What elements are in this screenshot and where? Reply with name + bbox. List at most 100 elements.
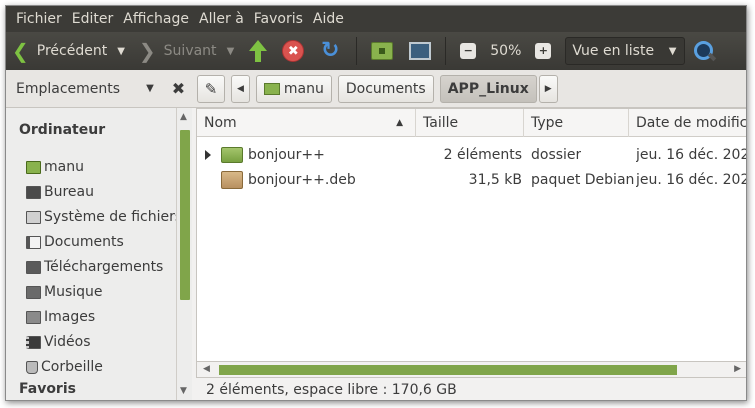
toolbar-separator [445, 37, 447, 65]
column-name[interactable]: Nom ▲ [197, 109, 416, 137]
column-date[interactable]: Date de modifica [629, 109, 747, 137]
close-sidebar-icon[interactable]: ✖ [172, 79, 185, 98]
sidebar-item-bureau[interactable]: Bureau [26, 181, 94, 203]
menu-favoris[interactable]: Favoris [249, 6, 308, 32]
back-button[interactable]: ❮ Précédent ▼ [12, 37, 125, 65]
file-type: paquet Debian [531, 172, 635, 188]
menu-affichage[interactable]: Affichage [118, 6, 194, 32]
zoom-in-icon[interactable]: + [535, 43, 552, 59]
videos-icon [26, 335, 41, 349]
sidebar-item-music[interactable]: Musique [26, 281, 103, 303]
scroll-down-icon[interactable]: ▼ [180, 386, 187, 396]
menu-editer[interactable]: Editer [67, 6, 118, 32]
filesystem-icon [26, 210, 41, 224]
sidebar-item-downloads[interactable]: Téléchargements [26, 256, 163, 278]
sidebar-item-label: manu [44, 159, 84, 175]
breadcrumb-label: manu [283, 80, 324, 97]
reload-icon[interactable]: ↻ [318, 39, 342, 63]
home-folder-icon [263, 82, 280, 95]
horizontal-scrollbar[interactable]: ◀ ▶ [196, 361, 746, 378]
table-row[interactable]: bonjour++.deb 31,5 kB paquet Debian jeu.… [197, 168, 746, 193]
sidebar-item-label: Documents [44, 234, 124, 250]
sidebar-item-images[interactable]: Images [26, 306, 95, 328]
column-header-row: Nom ▲ Taille Type Date de modifica [197, 109, 747, 137]
breadcrumb-label: APP_Linux [447, 80, 529, 97]
sort-ascending-icon: ▲ [396, 118, 403, 128]
zoom-out-icon[interactable]: − [460, 43, 477, 59]
view-mode-label: Vue en liste [572, 43, 655, 59]
scroll-left-icon[interactable]: ◀ [203, 364, 210, 374]
up-arrow-icon[interactable] [246, 39, 270, 63]
horizontal-scroll-thumb[interactable] [219, 365, 677, 375]
sidebar-item-label: Bureau [44, 184, 94, 200]
menu-aide[interactable]: Aide [308, 6, 349, 32]
column-name-label: Nom [204, 115, 237, 131]
package-icon [221, 171, 243, 189]
column-size-label: Taille [423, 115, 459, 131]
sidebar-item-manu[interactable]: manu [26, 156, 84, 178]
sidebar-item-label: Musique [44, 284, 103, 300]
chevron-left-icon: ◀ [237, 83, 244, 94]
chevron-right-icon: ▶ [544, 83, 552, 94]
file-date: jeu. 16 déc. 2021 1 [636, 147, 746, 163]
sidebar-scrollbar[interactable]: ▲ ▼ [176, 108, 192, 400]
scroll-right-icon[interactable]: ▶ [734, 364, 741, 374]
back-label: Précédent [36, 43, 108, 59]
toolbar-separator [356, 37, 358, 65]
breadcrumb-documents[interactable]: Documents [337, 74, 434, 103]
stop-icon[interactable]: ✖ [282, 40, 305, 62]
sidebar: Ordinateur manu Bureau Système de fichie… [6, 108, 192, 400]
search-icon[interactable] [693, 40, 715, 62]
file-list: Nom ▲ Taille Type Date de modifica bonjo… [196, 108, 747, 378]
sidebar-item-label: Vidéos [44, 334, 91, 350]
view-mode-select[interactable]: Vue en liste ▼ [565, 37, 686, 65]
sidebar-section-favorites: Favoris [19, 381, 76, 397]
zoom-level: 50% [490, 43, 522, 59]
table-row[interactable]: bonjour++ 2 éléments dossier jeu. 16 déc… [197, 143, 746, 168]
menu-aller-a[interactable]: Aller à [194, 6, 249, 32]
sidebar-section-computer: Ordinateur [19, 122, 106, 138]
back-history-dropdown-icon[interactable]: ▼ [117, 46, 125, 57]
back-arrow-icon: ❮ [12, 39, 29, 63]
file-size: 2 éléments [443, 147, 522, 163]
column-date-label: Date de modifica [636, 115, 747, 131]
places-title[interactable]: Emplacements [16, 81, 120, 97]
breadcrumb-manu[interactable]: manu [255, 74, 332, 103]
sidebar-item-label: Système de fichiers [44, 209, 183, 225]
file-name: bonjour++.deb [248, 172, 356, 188]
path-scroll-left-button[interactable]: ◀ [231, 74, 250, 103]
forward-button[interactable]: ❯ Suivant ▼ [139, 37, 234, 65]
menu-fichier[interactable]: Fichier [11, 6, 67, 32]
desktop-icon [26, 185, 41, 199]
forward-history-dropdown-icon[interactable]: ▼ [227, 46, 235, 57]
folder-icon [221, 147, 243, 163]
file-manager-window: Fichier Editer Affichage Aller à Favoris… [5, 5, 747, 401]
trash-icon [26, 360, 38, 374]
downloads-icon [26, 260, 41, 274]
scroll-up-icon[interactable]: ▲ [180, 112, 187, 122]
path-scroll-right-button[interactable]: ▶ [538, 74, 558, 103]
sidebar-item-label: Corbeille [41, 359, 103, 375]
computer-icon[interactable] [409, 42, 432, 60]
home-icon[interactable] [371, 42, 394, 60]
sidebar-item-documents[interactable]: Documents [26, 231, 124, 253]
expand-arrow-icon[interactable] [205, 150, 211, 160]
file-name: bonjour++ [248, 147, 325, 163]
sidebar-scroll-thumb[interactable] [180, 130, 190, 300]
file-type: dossier [531, 147, 582, 163]
pencil-icon: ✎ [204, 79, 218, 98]
sidebar-item-filesystem[interactable]: Système de fichiers [26, 206, 182, 228]
file-date: jeu. 16 déc. 2021 1 [636, 172, 746, 188]
images-icon [26, 310, 41, 324]
column-size[interactable]: Taille [416, 109, 524, 137]
sidebar-item-label: Images [44, 309, 96, 325]
column-type[interactable]: Type [524, 109, 629, 137]
edit-path-button[interactable]: ✎ [197, 74, 225, 103]
breadcrumb-app-linux[interactable]: APP_Linux [439, 74, 537, 103]
forward-arrow-icon: ❯ [138, 39, 156, 63]
sidebar-item-trash[interactable]: Corbeille [26, 356, 103, 378]
chevron-down-icon[interactable]: ▼ [146, 83, 154, 94]
forward-label: Suivant [163, 43, 217, 59]
status-bar: 2 éléments, espace libre : 170,6 GB [192, 378, 746, 400]
sidebar-item-videos[interactable]: Vidéos [26, 331, 91, 353]
